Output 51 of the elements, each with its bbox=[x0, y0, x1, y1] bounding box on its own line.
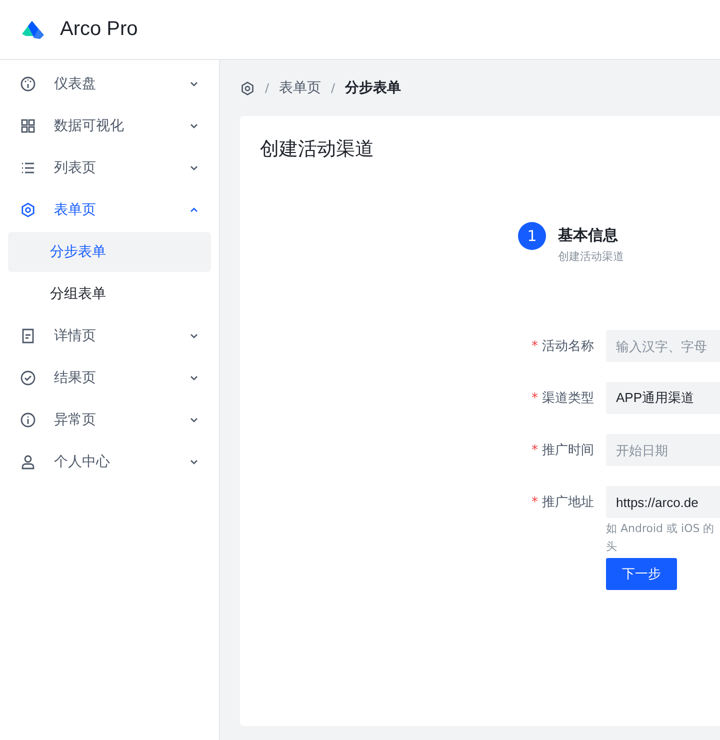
menu-item[interactable]: 表单页 bbox=[8, 190, 211, 230]
chevron-down-icon bbox=[189, 121, 199, 131]
info-icon bbox=[20, 412, 36, 428]
help-text: 如 Android 或 iOS 的 bbox=[606, 521, 716, 537]
field-label: 推广地址 bbox=[542, 494, 594, 511]
step-title: 基本信息 bbox=[558, 226, 619, 245]
breadcrumb-item[interactable]: 分步表单 bbox=[345, 79, 402, 97]
grid-icon bbox=[20, 118, 36, 134]
next-button[interactable]: 下一步 bbox=[606, 558, 677, 590]
chevron-down-icon bbox=[189, 163, 199, 173]
breadcrumb-separator: / bbox=[331, 81, 336, 95]
input-field[interactable]: APP通用渠道 bbox=[606, 382, 720, 414]
gear-icon bbox=[20, 202, 36, 218]
required-mark: * bbox=[532, 390, 538, 406]
input-field[interactable]: 开始日期 bbox=[606, 434, 720, 466]
chevron-down-icon bbox=[189, 331, 199, 341]
menu-item[interactable]: 异常页 bbox=[8, 400, 211, 440]
menu-item[interactable]: 结果页 bbox=[8, 358, 211, 398]
menu-item[interactable]: 个人中心 bbox=[8, 442, 211, 482]
breadcrumb-item[interactable]: 表单页 bbox=[279, 79, 322, 97]
menu-item[interactable]: 详情页 bbox=[8, 316, 211, 356]
required-mark: * bbox=[532, 494, 538, 510]
menu-item[interactable]: 数据可视化 bbox=[8, 106, 211, 146]
chevron-down-icon bbox=[189, 79, 199, 89]
field-label: 推广时间 bbox=[542, 442, 594, 459]
required-mark: * bbox=[532, 442, 538, 458]
help-text: 头 bbox=[606, 539, 618, 555]
dashboard-icon bbox=[20, 76, 36, 92]
input-field[interactable]: https://arco.de bbox=[606, 486, 720, 518]
input-field[interactable]: 输入汉字、字母 bbox=[606, 330, 720, 362]
logo-icon bbox=[20, 20, 46, 40]
submenu-item[interactable]: 分组表单 bbox=[8, 274, 211, 314]
user-icon bbox=[20, 454, 36, 470]
step-number: 1 bbox=[518, 222, 546, 250]
breadcrumb-separator: / bbox=[265, 81, 270, 95]
chevron-down-icon bbox=[189, 457, 199, 467]
card-title: 创建活动渠道 bbox=[260, 137, 375, 162]
field-label: 渠道类型 bbox=[542, 390, 594, 407]
submenu-item[interactable]: 分步表单 bbox=[8, 232, 211, 272]
gear-icon bbox=[240, 80, 255, 96]
field-label: 活动名称 bbox=[542, 338, 594, 355]
chevron-down-icon bbox=[189, 415, 199, 425]
step-description: 创建活动渠道 bbox=[558, 249, 624, 264]
check-circle-icon bbox=[20, 370, 36, 386]
list-icon bbox=[20, 160, 36, 176]
chevron-down-icon bbox=[189, 373, 199, 383]
document-icon bbox=[20, 328, 36, 344]
menu-item[interactable]: 仪表盘 bbox=[8, 64, 211, 104]
app-title: Arco Pro bbox=[60, 18, 138, 41]
required-mark: * bbox=[532, 338, 538, 354]
menu-item[interactable]: 列表页 bbox=[8, 148, 211, 188]
